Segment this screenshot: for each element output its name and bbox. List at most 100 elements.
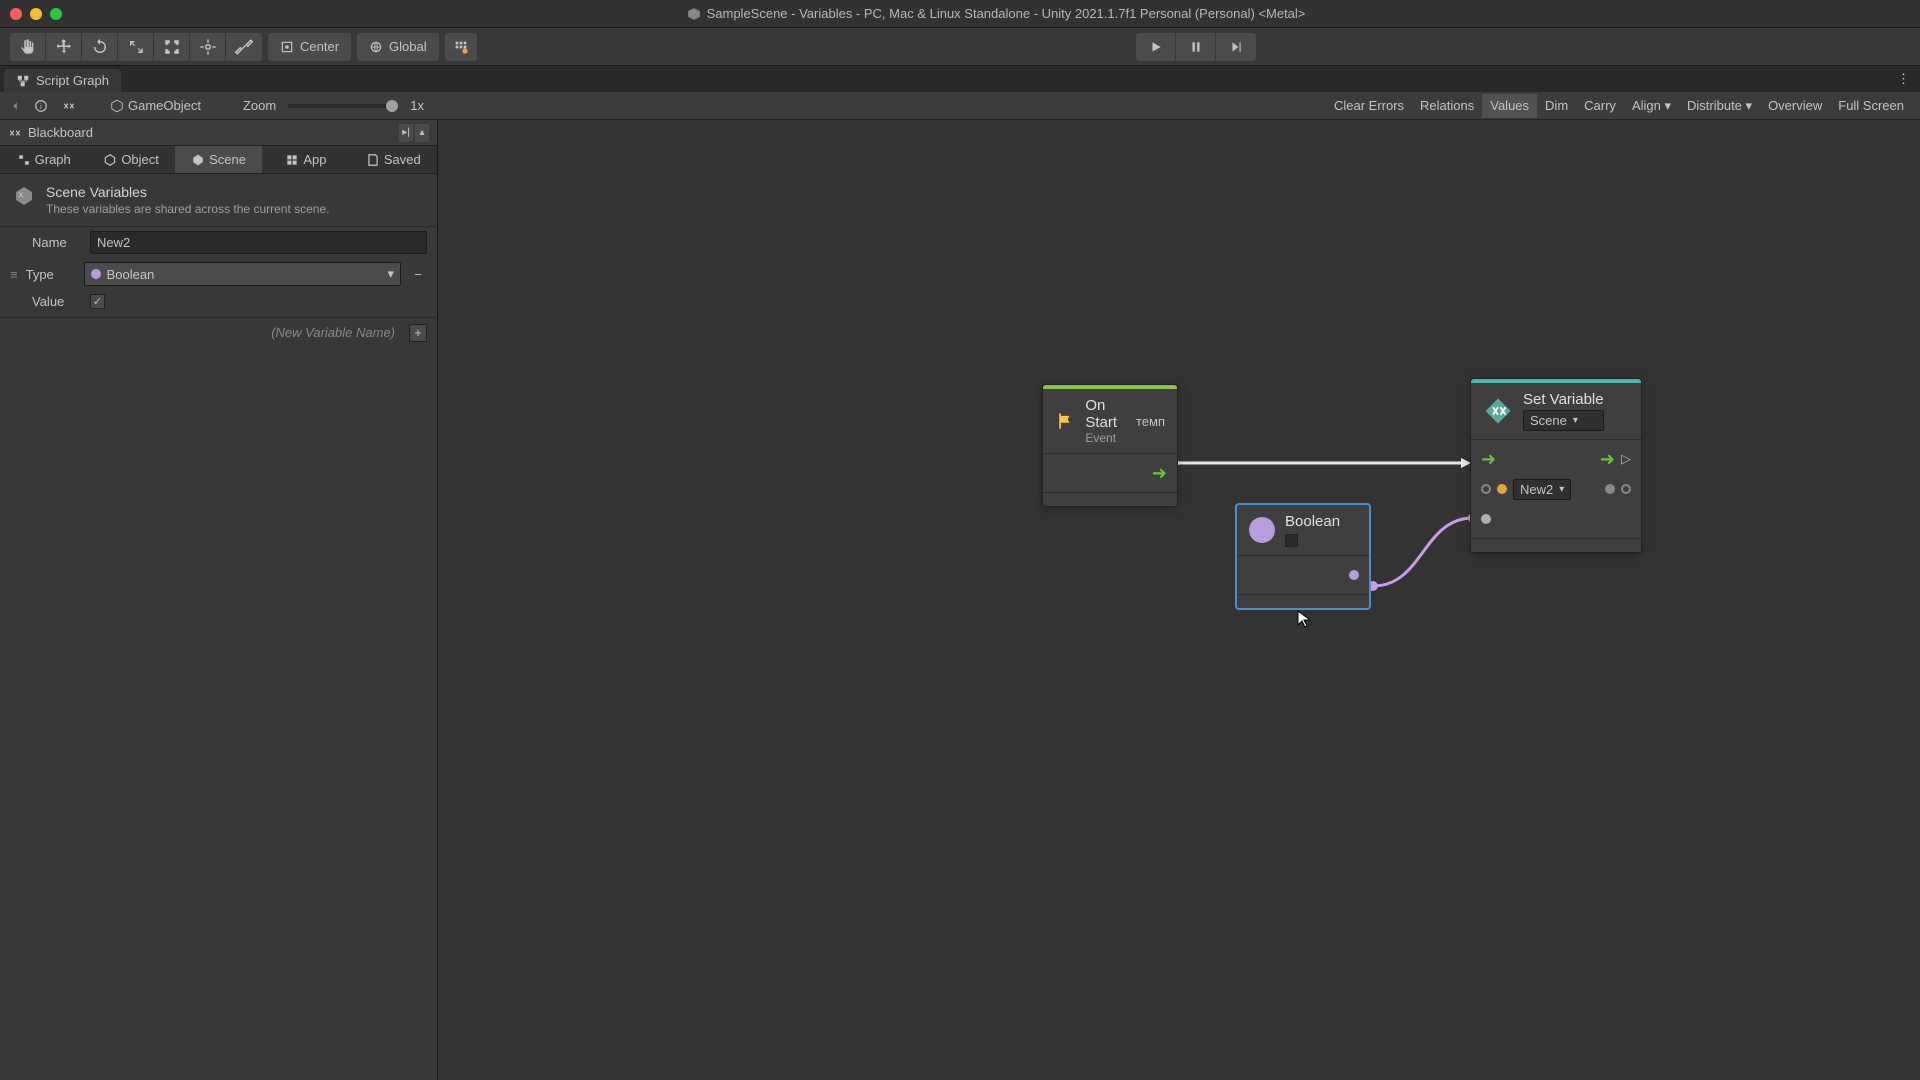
node-title: On Start <box>1085 397 1126 431</box>
pivot-global-toggle[interactable]: Global <box>357 33 439 61</box>
rect-tool-button[interactable] <box>154 33 190 61</box>
play-button[interactable] <box>1136 33 1176 61</box>
zoom-slider[interactable] <box>288 104 398 108</box>
transform-tool-button[interactable] <box>190 33 226 61</box>
pivot-center-toggle[interactable]: Center <box>268 33 351 61</box>
breadcrumb-label: GameObject <box>128 98 201 113</box>
variable-name-input[interactable] <box>90 231 427 254</box>
play-controls <box>1136 33 1256 61</box>
hand-tool-button[interactable] <box>10 33 46 61</box>
breadcrumb-gameobject[interactable]: GameObject <box>110 98 201 113</box>
value-output-port[interactable] <box>1349 570 1359 580</box>
carry-toggle[interactable]: Carry <box>1576 94 1624 118</box>
node-title: Set Variable <box>1523 391 1604 408</box>
flow-edge <box>1171 456 1481 470</box>
pivot-center-label: Center <box>300 39 339 54</box>
tab-context-menu[interactable]: ⋮ <box>1887 66 1920 92</box>
variable-name-dropdown[interactable]: New2▾ <box>1513 479 1571 500</box>
clear-errors-button[interactable]: Clear Errors <box>1326 94 1412 118</box>
flow-out-tri[interactable]: ▷ <box>1621 451 1631 467</box>
traffic-lights <box>10 8 62 20</box>
node-title: Boolean <box>1285 513 1340 530</box>
nav-back-button[interactable] <box>8 99 22 113</box>
blackboard-panel: Blackboard ▸| ▴ Graph Object Scene App S… <box>0 120 438 1080</box>
step-button[interactable] <box>1216 33 1256 61</box>
pause-button[interactable] <box>1176 33 1216 61</box>
name-type-icon <box>1497 484 1507 494</box>
gameobject-icon <box>110 99 124 113</box>
flow-input-port[interactable]: ➜ <box>1481 449 1496 470</box>
value-edge <box>1363 512 1483 594</box>
name-input-port[interactable] <box>1481 484 1491 494</box>
workspace: Blackboard ▸| ▴ Graph Object Scene App S… <box>0 120 1920 1080</box>
relations-toggle[interactable]: Relations <box>1412 94 1482 118</box>
tab-saved[interactable]: Saved <box>350 146 437 173</box>
collapse-panel-button[interactable]: ▸| <box>399 124 413 142</box>
blackboard-header: Blackboard ▸| ▴ <box>0 120 437 146</box>
variable-scope-dropdown[interactable]: Scene▾ <box>1523 410 1604 431</box>
variable-type-row: ≡ Type Boolean ▾ − <box>0 258 437 290</box>
graph-toolbar: i GameObject Zoom 1x Clear Errors Relati… <box>0 92 1920 120</box>
value-output-port[interactable] <box>1605 484 1615 494</box>
variable-type-dropdown[interactable]: Boolean ▾ <box>84 262 401 286</box>
fullscreen-button[interactable]: Full Screen <box>1830 94 1912 118</box>
value-label: Value <box>32 294 82 309</box>
expand-panel-button[interactable]: ▴ <box>415 124 429 142</box>
script-graph-tab[interactable]: Script Graph <box>4 69 121 92</box>
graph-info-button[interactable]: i <box>34 99 48 113</box>
graph-variables-button[interactable] <box>60 99 78 113</box>
add-variable-button[interactable]: + <box>409 324 427 342</box>
graph-canvas[interactable]: On Start Event темп ➜ Set Variable Scene… <box>438 120 1920 1080</box>
scale-tool-button[interactable] <box>118 33 154 61</box>
name-label: Name <box>32 235 82 250</box>
node-subtitle: Event <box>1085 431 1126 445</box>
unity-logo-icon <box>687 7 701 21</box>
flow-output-port[interactable]: ➜ <box>1600 449 1615 470</box>
overview-button[interactable]: Overview <box>1760 94 1830 118</box>
variable-value-row: Value ✓ <box>0 290 437 313</box>
close-window-icon[interactable] <box>10 8 22 20</box>
node-on-start[interactable]: On Start Event темп ➜ <box>1042 384 1178 507</box>
graph-tab-icon <box>16 74 30 88</box>
tab-object[interactable]: Object <box>87 146 174 173</box>
custom-tool-button[interactable] <box>226 33 262 61</box>
tab-scene[interactable]: Scene <box>175 146 262 173</box>
align-dropdown[interactable]: Align ▾ <box>1624 94 1679 118</box>
value-input-port[interactable] <box>1481 514 1491 524</box>
drag-handle-icon[interactable]: ≡ <box>10 267 18 282</box>
boolean-value-checkbox[interactable] <box>1285 534 1298 547</box>
values-toggle[interactable]: Values <box>1482 94 1537 118</box>
remove-variable-button[interactable]: − <box>409 267 427 282</box>
window-tab-row: Script Graph ⋮ <box>0 66 1920 92</box>
transform-tools <box>10 33 262 61</box>
tab-graph[interactable]: Graph <box>0 146 87 173</box>
window-title: SampleScene - Variables - PC, Mac & Linu… <box>82 6 1910 21</box>
value-checkbox[interactable]: ✓ <box>90 294 105 309</box>
mouse-cursor-icon <box>1297 610 1313 630</box>
out-port-extra[interactable] <box>1621 484 1631 494</box>
main-toolbar: Center Global <box>0 28 1920 66</box>
boolean-type-icon <box>1249 517 1275 543</box>
title-bar: SampleScene - Variables - PC, Mac & Linu… <box>0 0 1920 28</box>
minimize-window-icon[interactable] <box>30 8 42 20</box>
tab-app[interactable]: App <box>262 146 349 173</box>
grid-snap-icon <box>453 39 469 55</box>
node-header: Boolean <box>1237 505 1369 555</box>
tab-label: Script Graph <box>36 73 109 88</box>
dim-toggle[interactable]: Dim <box>1537 94 1576 118</box>
new-variable-row: (New Variable Name) + <box>0 317 437 347</box>
rotate-tool-button[interactable] <box>82 33 118 61</box>
snap-toggle[interactable] <box>445 33 477 61</box>
maximize-window-icon[interactable] <box>50 8 62 20</box>
distribute-dropdown[interactable]: Distribute ▾ <box>1679 94 1760 118</box>
move-tool-button[interactable] <box>46 33 82 61</box>
flow-output-port[interactable]: ➜ <box>1152 463 1167 484</box>
type-value: Boolean <box>107 267 155 282</box>
scene-variables-icon <box>12 184 36 208</box>
new-variable-placeholder[interactable]: (New Variable Name) <box>10 322 401 343</box>
blackboard-icon <box>8 126 22 140</box>
blackboard-title: Blackboard <box>28 125 93 140</box>
scope-description: Scene Variables These variables are shar… <box>0 174 437 227</box>
node-boolean-literal[interactable]: Boolean <box>1236 504 1370 609</box>
node-set-variable[interactable]: Set Variable Scene▾ ➜ ➜ ▷ New2▾ <box>1470 378 1642 553</box>
